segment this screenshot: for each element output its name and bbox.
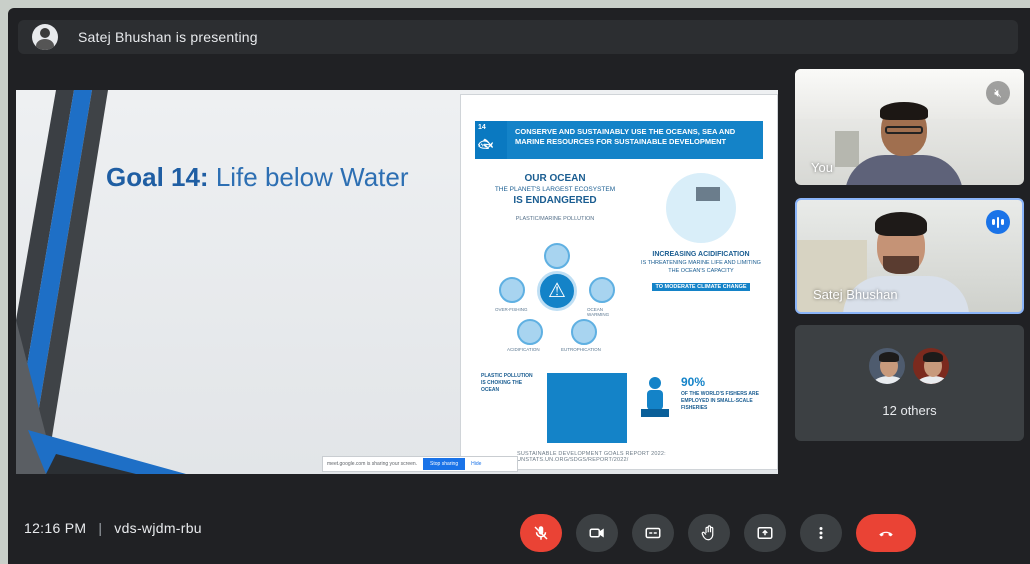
room-window xyxy=(835,131,859,167)
captions-button[interactable] xyxy=(632,514,674,552)
self-video-tile[interactable]: 🔇︎ You xyxy=(795,69,1024,185)
acidification-panel: INCREASING ACIDIFICATION IS THREATENING … xyxy=(637,173,765,293)
present-screen-icon xyxy=(757,527,773,539)
raise-hand-button[interactable] xyxy=(688,514,730,552)
slide-title: Goal 14: Life below Water xyxy=(106,162,409,193)
self-glasses xyxy=(885,126,923,134)
threat-cycle: ⚠ OVER-FISHING OCEAN WARMING ACIDIFICATI… xyxy=(495,243,619,353)
ocean-panel: OUR OCEAN THE PLANET'S LARGEST ECOSYSTEM… xyxy=(475,173,635,222)
more-options-button[interactable] xyxy=(800,514,842,552)
captions-icon xyxy=(645,527,661,539)
ocean-heading: OUR OCEAN xyxy=(524,173,586,184)
participant-avatar xyxy=(911,346,951,386)
plastic-text: PLASTIC POLLUTION IS CHOKING THE OCEAN xyxy=(481,373,533,393)
ocean-subheading: THE PLANET'S LARGEST ECOSYSTEM xyxy=(494,186,616,193)
fisher-icon xyxy=(641,377,669,417)
more-vert-icon xyxy=(819,527,823,539)
speaker-name-label: Satej Bhushan xyxy=(813,287,898,302)
participant-avatar xyxy=(867,346,907,386)
sdg14-infographic: 14 🐟︎ CONSERVE AND SUSTAINABLY USE THE O… xyxy=(460,94,778,470)
factory-ocean-illustration xyxy=(666,173,736,243)
current-time: 12:16 PM xyxy=(24,520,87,536)
call-controls xyxy=(520,514,916,554)
fishers-percent: 90% xyxy=(681,375,706,389)
warming-node-icon xyxy=(589,277,615,303)
present-now-button[interactable] xyxy=(744,514,786,552)
speaker-video-tile[interactable]: Satej Bhushan xyxy=(795,198,1024,314)
self-name-label: You xyxy=(811,160,833,175)
mic-off-icon xyxy=(534,526,548,540)
slide-title-rest: Life below Water xyxy=(208,162,409,192)
pollution-caption: PLASTIC/MARINE POLLUTION xyxy=(515,216,595,222)
self-person-body xyxy=(845,155,963,185)
meeting-code: vds-wjdm-rbu xyxy=(114,520,202,536)
infographic-header: 14 🐟︎ CONSERVE AND SUSTAINABLY USE THE O… xyxy=(475,121,763,159)
shared-screen: Goal 14: Life below Water 14 🐟︎ CONSERVE… xyxy=(16,90,778,474)
sdg-badge-number: 14 xyxy=(478,124,486,131)
ocean-endangered: IS ENDANGERED xyxy=(513,195,597,206)
acidification-highlight: TO MODERATE CLIMATE CHANGE xyxy=(652,283,750,292)
stop-sharing-button[interactable]: Stop sharing xyxy=(423,458,466,470)
bottom-control-bar: 12:16 PM | vds-wjdm-rbu xyxy=(8,504,1030,564)
leave-call-button[interactable] xyxy=(856,514,916,552)
acidification-title: INCREASING ACIDIFICATION xyxy=(652,251,750,258)
share-message: meet.google.com is sharing your screen. xyxy=(327,461,418,467)
plastic-illustration xyxy=(547,373,627,443)
plastic-panel: PLASTIC POLLUTION IS CHOKING THE OCEAN xyxy=(475,367,627,447)
speaking-indicator-icon xyxy=(986,210,1010,234)
slide-ribbon-graphic xyxy=(16,90,186,474)
sdg-badge: 14 🐟︎ xyxy=(475,121,507,159)
others-count-label: 12 others xyxy=(882,403,937,418)
camera-icon xyxy=(589,528,604,538)
eutrophication-node-icon xyxy=(571,319,597,345)
fishers-text: OF THE WORLD'S FISHERS ARE EMPLOYED IN S… xyxy=(681,391,759,411)
hang-up-icon xyxy=(879,531,893,537)
mic-toggle-button[interactable] xyxy=(520,514,562,552)
hide-share-notice-button[interactable]: Hide xyxy=(471,461,481,467)
info-separator: | xyxy=(98,520,103,536)
infographic-headline: CONSERVE AND SUSTAINABLY USE THE OCEANS,… xyxy=(507,121,763,159)
hand-icon xyxy=(701,525,714,541)
presenter-avatar xyxy=(32,24,58,50)
others-tile[interactable]: 12 others xyxy=(795,325,1024,441)
cycle-label-overfishing: OVER-FISHING xyxy=(495,307,528,312)
presenter-text: Satej Bhushan is presenting xyxy=(78,29,258,45)
warning-icon: ⚠ xyxy=(537,271,577,311)
mic-off-icon: 🔇︎ xyxy=(986,81,1010,105)
cycle-label-warming: OCEAN WARMING xyxy=(587,307,610,317)
meeting-info: 12:16 PM | vds-wjdm-rbu xyxy=(24,520,202,536)
acidification-node-icon xyxy=(517,319,543,345)
meet-window: Satej Bhushan is presenting Goal 14: Lif… xyxy=(8,8,1030,564)
pollution-node-icon xyxy=(544,243,570,269)
acidification-body: IS THREATENING MARINE LIFE AND LIMITING … xyxy=(641,260,761,274)
fishing-node-icon xyxy=(499,277,525,303)
fish-icon: 🐟︎ xyxy=(478,137,494,151)
screen-share-notice: meet.google.com is sharing your screen. … xyxy=(322,456,518,472)
speaker-person-hair xyxy=(875,212,927,236)
infographic-footer: SUSTAINABLE DEVELOPMENT GOALS REPORT 202… xyxy=(517,451,666,463)
fishers-panel: 90% OF THE WORLD'S FISHERS ARE EMPLOYED … xyxy=(637,367,765,447)
cycle-label-eutrophication: EUTROPHICATION xyxy=(561,347,601,352)
speaker-beard xyxy=(883,256,919,274)
slide-title-bold: Goal 14: xyxy=(106,162,209,192)
camera-toggle-button[interactable] xyxy=(576,514,618,552)
cycle-label-acidification: ACIDIFICATION xyxy=(507,347,540,352)
self-person-hair xyxy=(880,102,928,120)
presenter-banner: Satej Bhushan is presenting xyxy=(18,20,1018,54)
